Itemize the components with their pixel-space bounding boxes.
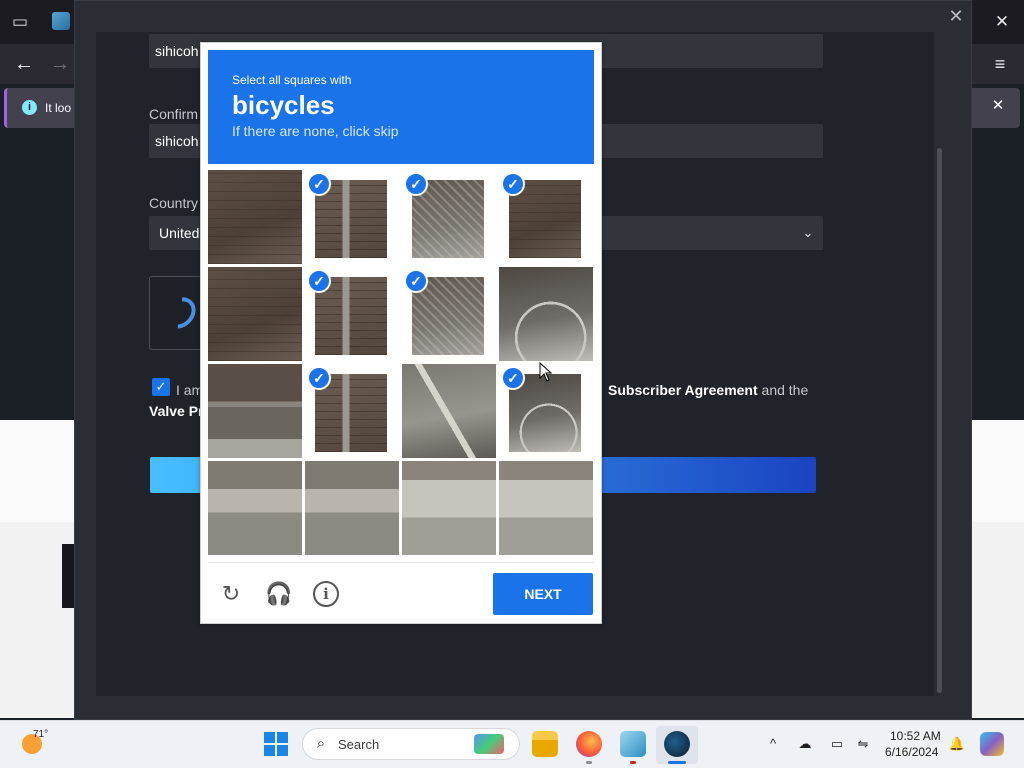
checkmark-icon: ✓ [307, 172, 331, 196]
steam-icon[interactable] [664, 731, 690, 757]
agree-checkbox[interactable]: ✓ [152, 378, 170, 396]
clock-time[interactable]: 10:52 AM [890, 729, 941, 743]
captcha-tile[interactable]: ✓ [402, 267, 496, 361]
confirm-label: Confirm [149, 106, 199, 122]
captcha-tile[interactable] [208, 461, 302, 555]
captcha-tile[interactable] [499, 267, 593, 361]
agree-text-continued: Subscriber Agreement and the [608, 382, 808, 398]
network-icon[interactable]: ⇋ [854, 735, 872, 753]
notification-text: It loo [45, 101, 72, 115]
captcha-tile-image [208, 170, 302, 264]
browser-menu-button[interactable]: ≡ [986, 50, 1014, 78]
reload-icon[interactable]: ↻ [217, 580, 245, 608]
captcha-tile[interactable] [208, 170, 302, 264]
captcha-target-object: bicycles [232, 90, 335, 120]
display-icon[interactable]: ▭ [828, 735, 846, 753]
firefox-running-indicator [586, 761, 592, 764]
tab-overview-icon[interactable]: ▭ [8, 10, 32, 34]
captcha-tile-image [208, 267, 302, 361]
steam-scrollbar[interactable] [937, 148, 942, 693]
forward-button[interactable]: → [46, 50, 74, 78]
checkmark-icon: ✓ [404, 269, 428, 293]
captcha-tile[interactable] [402, 364, 496, 458]
captcha-tile[interactable]: ✓ [305, 170, 399, 264]
page-dark-block [62, 544, 74, 608]
captcha-tile[interactable] [499, 461, 593, 555]
firefox-icon[interactable] [576, 731, 602, 757]
page-background-right-lower [972, 522, 1024, 718]
onedrive-cloud-icon[interactable]: ☁ [796, 735, 814, 753]
clock-date[interactable]: 6/16/2024 [885, 745, 938, 759]
captcha-tile-image [402, 364, 496, 458]
checkmark-icon: ✓ [307, 269, 331, 293]
checkmark-icon: ✓ [501, 172, 525, 196]
captcha-tile[interactable]: ✓ [402, 170, 496, 264]
steam-dialog-close-button[interactable]: ✕ [944, 4, 968, 28]
start-button[interactable] [264, 732, 288, 756]
captcha-tile[interactable]: ✓ [305, 267, 399, 361]
search-icon: ⌕ [316, 735, 326, 752]
captcha-tile[interactable]: ✓ [305, 364, 399, 458]
captcha-tile-image [402, 461, 496, 555]
remote-running-indicator [630, 761, 636, 764]
captcha-tile-image [305, 461, 399, 555]
steam-running-indicator [668, 761, 686, 764]
back-button[interactable]: ← [10, 50, 38, 78]
headphones-icon[interactable]: 🎧 [265, 580, 293, 608]
captcha-tile[interactable]: ✓ [499, 170, 593, 264]
remote-desktop-icon[interactable] [620, 731, 646, 757]
captcha-tile[interactable] [402, 461, 496, 555]
checkmark-icon: ✓ [404, 172, 428, 196]
privacy-policy-link[interactable]: Valve Pr [149, 403, 204, 419]
captcha-tile-image [499, 267, 593, 361]
subscriber-agreement-link[interactable]: Subscriber Agreement [608, 382, 758, 398]
notification-close-button[interactable]: ✕ [986, 94, 1010, 118]
search-placeholder[interactable]: Search [338, 737, 379, 752]
tab-favicon-icon[interactable] [52, 12, 70, 30]
tray-chevron-up-icon[interactable]: ^ [764, 735, 782, 753]
copilot-icon[interactable] [980, 732, 1004, 756]
captcha-tile-image [208, 364, 302, 458]
notification-bell-icon[interactable]: 🔔 [948, 735, 966, 753]
page-background-left [0, 420, 74, 522]
captcha-tile[interactable] [305, 461, 399, 555]
captcha-tile[interactable] [208, 267, 302, 361]
captcha-tile-image [499, 461, 593, 555]
info-icon[interactable]: i [313, 581, 339, 607]
browser-close-button[interactable]: ✕ [988, 8, 1016, 36]
chevron-down-icon: ⌄ [802, 225, 814, 240]
checkmark-icon: ✓ [307, 366, 331, 390]
captcha-tile[interactable] [208, 364, 302, 458]
captcha-instruction: Select all squares with [232, 73, 352, 87]
weather-temperature[interactable]: 71° [33, 729, 48, 740]
page-background-right [972, 420, 1024, 522]
captcha-hint: If there are none, click skip [232, 123, 399, 139]
next-button[interactable]: NEXT [493, 573, 593, 615]
captcha-tile-image [208, 461, 302, 555]
country-label: Country [149, 195, 199, 211]
checkmark-icon: ✓ [501, 366, 525, 390]
info-circle-icon: i [22, 100, 37, 115]
file-explorer-icon[interactable] [532, 731, 558, 757]
search-highlight-icon [474, 734, 504, 754]
captcha-footer-divider [208, 562, 594, 563]
agree-suffix: and the [757, 382, 809, 398]
